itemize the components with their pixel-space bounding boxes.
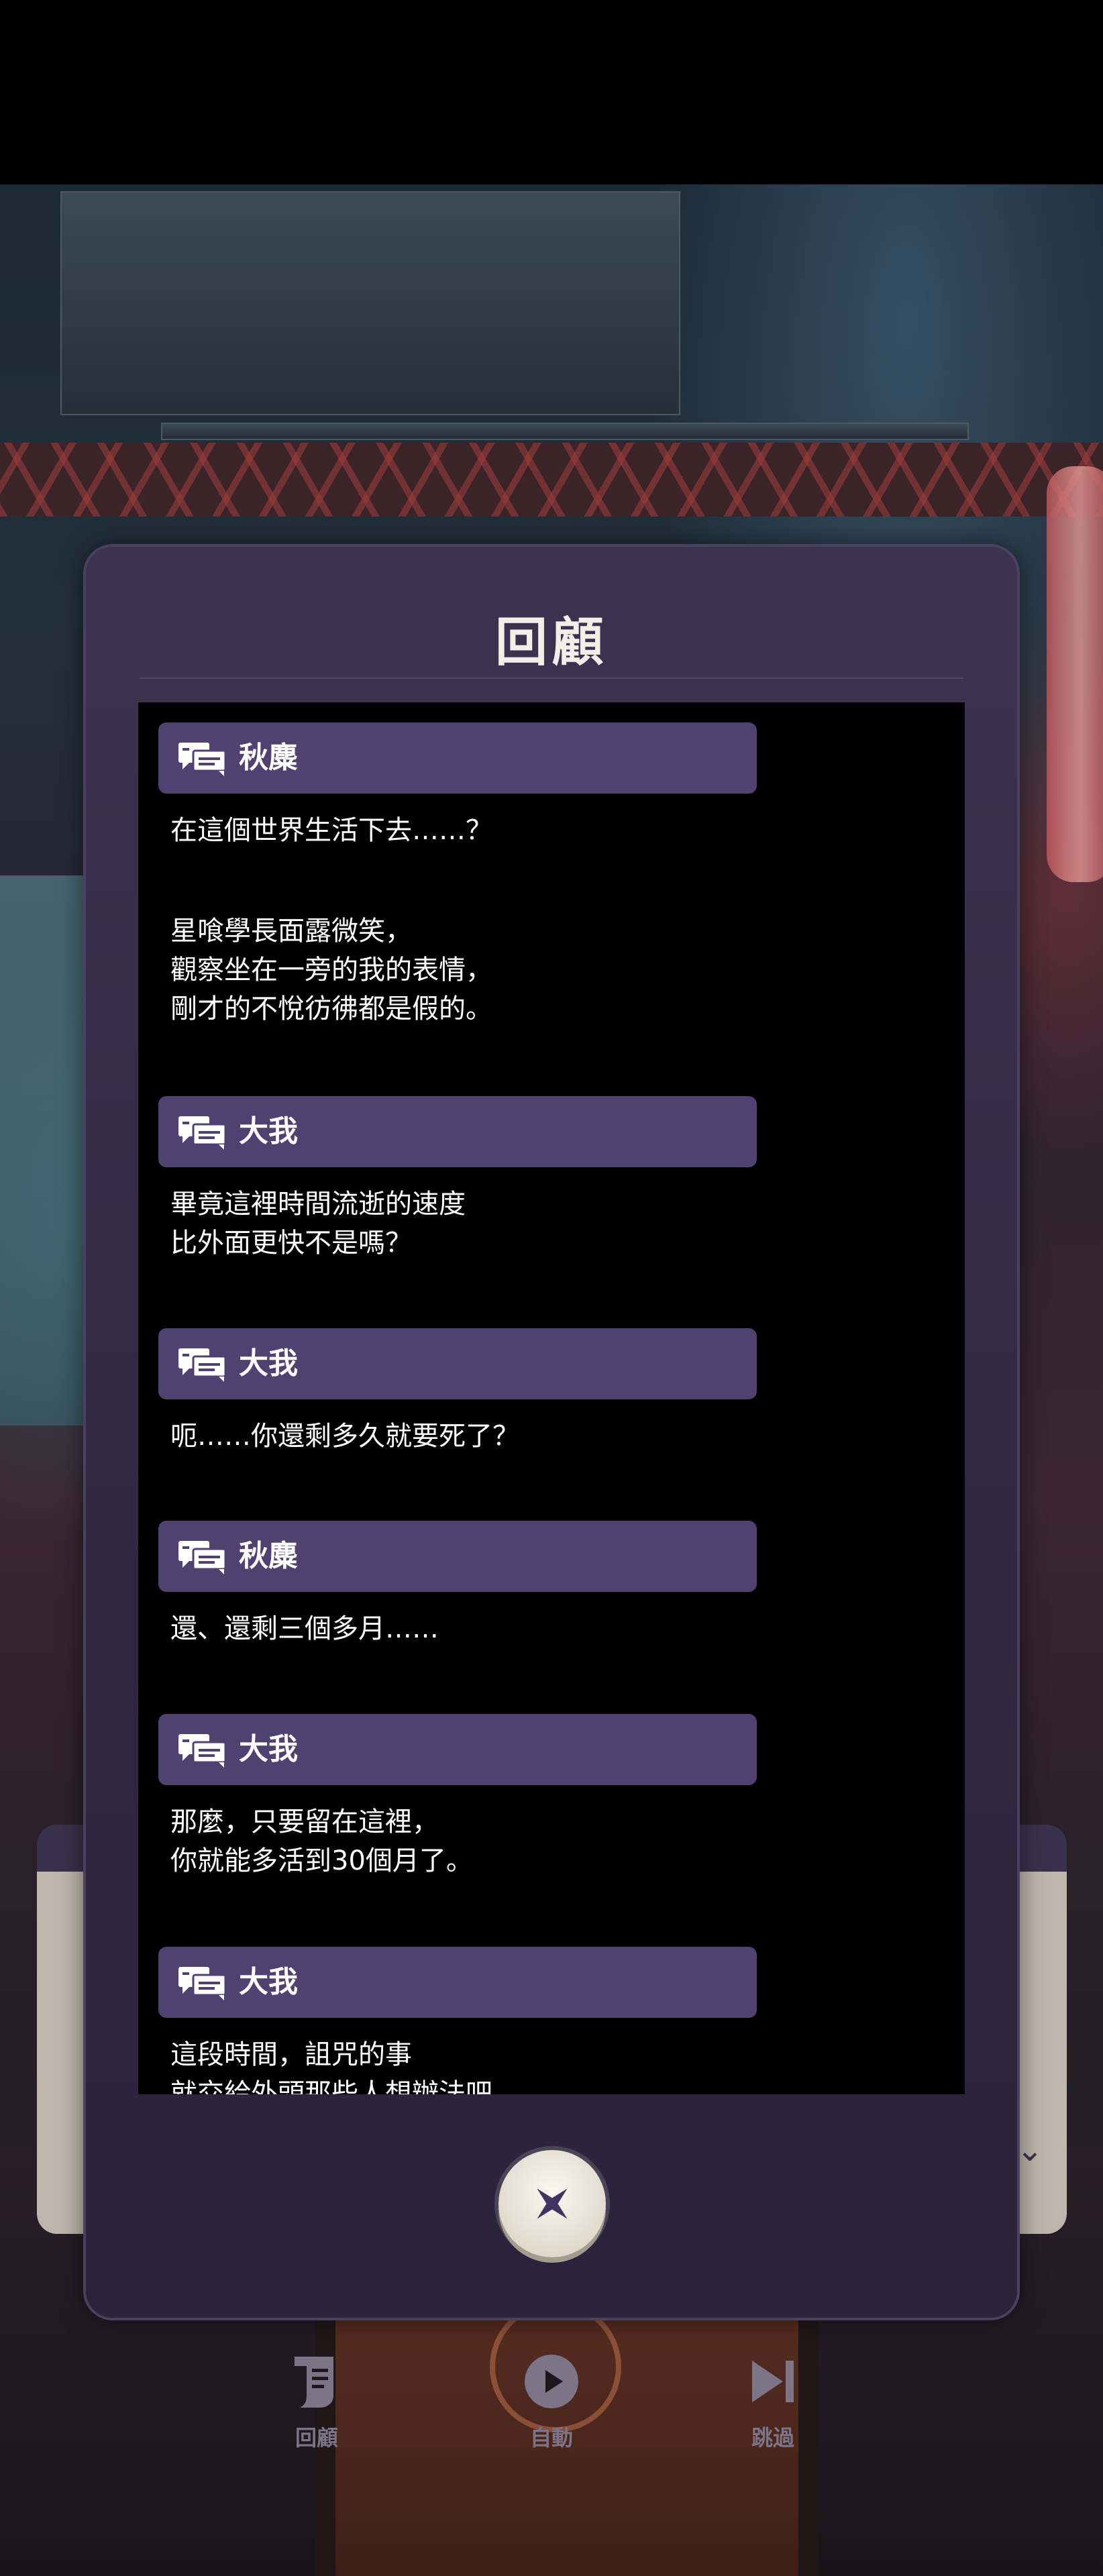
narration-text: 星喰學長面露微笑， 觀察坐在一旁的我的表情， 剛才的不悅彷彿都是假的。 bbox=[170, 916, 492, 1024]
dialogue-text: 那麼，只要留在這裡， 你就能多活到30個月了。 bbox=[170, 1807, 473, 1876]
dialogue-text: 呃……你還剩多久就要死了？ bbox=[170, 1421, 519, 1452]
speaker-name: 大我 bbox=[239, 1346, 298, 1381]
skip-label: 跳過 bbox=[751, 2425, 794, 2451]
log-button[interactable]: 回顧 bbox=[263, 2351, 370, 2452]
review-panel: 回顧 秋麋 在這個世界生活下去……？ 星喰學長面露微笑， 觀察坐在一旁的我的表情… bbox=[86, 547, 1017, 2318]
speech-bubbles-icon bbox=[178, 1116, 227, 1150]
background-pattern-strip bbox=[0, 443, 1103, 517]
dialogue-text: 這段時間，詛咒的事 就交給外頭那些人想辦法吧。 bbox=[170, 2039, 519, 2094]
speaker-bar: 大我 bbox=[158, 1947, 757, 2018]
log-label: 回顧 bbox=[295, 2425, 338, 2451]
speaker-bar: 大我 bbox=[158, 1096, 757, 1167]
speaker-name: 秋麋 bbox=[239, 1539, 298, 1573]
skip-forward-icon bbox=[752, 2361, 794, 2402]
speech-bubbles-icon bbox=[178, 743, 227, 776]
close-button[interactable] bbox=[498, 2150, 606, 2257]
review-log[interactable]: 秋麋 在這個世界生活下去……？ 星喰學長面露微笑， 觀察坐在一旁的我的表情， 剛… bbox=[138, 702, 965, 2094]
speech-bubbles-icon bbox=[178, 1734, 227, 1768]
scroll-icon bbox=[295, 2357, 333, 2408]
dialogue-text: 還、還剩三個多月…… bbox=[170, 1613, 439, 1644]
skip-button[interactable]: 跳過 bbox=[719, 2351, 827, 2452]
speaker-name: 秋麋 bbox=[239, 741, 298, 775]
background-lantern bbox=[1047, 466, 1103, 882]
background-window bbox=[60, 191, 680, 415]
play-circle-icon bbox=[525, 2355, 578, 2408]
speech-bubbles-icon bbox=[178, 1541, 227, 1574]
auto-label: 自動 bbox=[529, 2425, 573, 2451]
speech-bubbles-icon bbox=[178, 1967, 227, 2000]
speaker-bar: 大我 bbox=[158, 1328, 757, 1399]
speaker-bar: 大我 bbox=[158, 1714, 757, 1785]
speech-bubbles-icon bbox=[178, 1348, 227, 1382]
review-title: 回顧 bbox=[494, 612, 608, 673]
speaker-bar: 秋麋 bbox=[158, 1521, 757, 1592]
background-beam bbox=[161, 423, 969, 440]
speaker-bar: 秋麋 bbox=[158, 722, 757, 794]
auto-button[interactable]: 自動 bbox=[498, 2351, 605, 2452]
speaker-name: 大我 bbox=[239, 1732, 298, 1766]
speaker-name: 大我 bbox=[239, 1965, 298, 1999]
dialogue-text: 畢竟這裡時間流逝的速度 比外面更快不是嗎？ bbox=[170, 1189, 466, 1258]
close-x-icon bbox=[537, 2188, 568, 2219]
dialogue-text: 在這個世界生活下去……？ bbox=[170, 815, 492, 846]
game-screen: ⌄ 回顧 秋麋 在這個世界生活下去……？ 星喰學長面露微笑， 觀察坐在一旁的我的… bbox=[0, 0, 1103, 2576]
background-side-window bbox=[0, 875, 94, 1426]
title-divider bbox=[140, 678, 963, 679]
speaker-name: 大我 bbox=[239, 1114, 298, 1148]
